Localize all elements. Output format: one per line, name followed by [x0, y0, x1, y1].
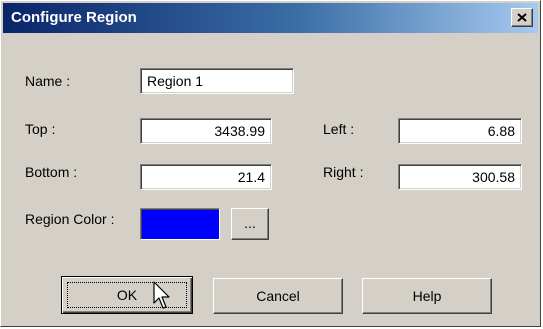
ok-button[interactable]: OK — [61, 276, 193, 314]
right-label: Right : — [323, 164, 364, 180]
configure-region-dialog: Configure Region Name : Region 1 Top : 3… — [0, 0, 541, 327]
dialog-title: Configure Region — [11, 9, 137, 26]
cancel-label: Cancel — [256, 288, 300, 304]
top-field[interactable]: 3438.99 — [140, 118, 272, 144]
region-color-label: Region Color : — [25, 211, 115, 227]
top-label: Top : — [25, 121, 56, 137]
left-field[interactable]: 6.88 — [398, 118, 522, 144]
name-field[interactable]: Region 1 — [140, 68, 294, 94]
title-bar[interactable]: Configure Region — [3, 3, 538, 33]
bottom-field[interactable]: 21.4 — [140, 164, 272, 190]
name-label: Name : — [25, 73, 71, 89]
mouse-pointer-icon — [153, 281, 170, 309]
region-color-swatch[interactable] — [140, 208, 220, 240]
ok-label: OK — [116, 287, 138, 303]
right-field[interactable]: 300.58 — [398, 164, 522, 190]
close-icon — [517, 13, 527, 22]
color-browse-label: ... — [244, 215, 256, 231]
help-label: Help — [412, 288, 442, 304]
left-label: Left : — [323, 121, 355, 137]
bottom-label: Bottom : — [25, 164, 78, 180]
close-button[interactable] — [511, 8, 533, 27]
color-browse-button[interactable]: ... — [231, 208, 269, 240]
cancel-button[interactable]: Cancel — [213, 278, 343, 314]
help-button[interactable]: Help — [362, 278, 492, 314]
